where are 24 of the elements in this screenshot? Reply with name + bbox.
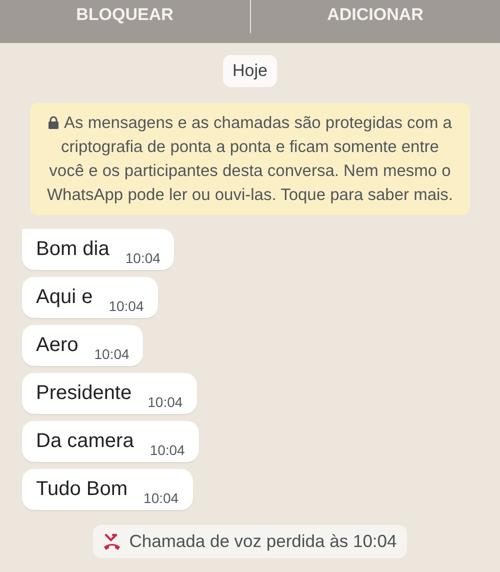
lock-icon [48, 116, 60, 129]
missed-call-icon [103, 532, 122, 550]
message-time: 10:04 [94, 346, 130, 362]
message-text: Da camera [36, 430, 134, 453]
message-time: 10:04 [148, 394, 183, 410]
message-text: Tudo Bom [36, 478, 128, 501]
message-bubble[interactable]: Da camera 10:04 [22, 421, 199, 462]
message-bubble[interactable]: Tudo Bom 10:04 [22, 469, 193, 510]
date-label: Hoje [222, 55, 278, 87]
message-time: 10:04 [144, 490, 179, 506]
message-text: Aqui e [36, 286, 93, 309]
message-time: 10:04 [150, 442, 185, 458]
message-time: 10:04 [108, 298, 144, 314]
message-text: Presidente [36, 382, 132, 405]
message-bubble[interactable]: Bom dia 10:04 [22, 229, 174, 270]
message-bubble[interactable]: Presidente 10:04 [22, 373, 197, 414]
missed-call-text: Chamada de voz perdida às 10:04 [129, 531, 397, 552]
message-bubble[interactable]: Aero 10:04 [22, 325, 144, 366]
encryption-notice[interactable]: As mensagens e as chamadas são protegidas com a criptografia de ponta a ponta e ficam somente entre você e os participantes desta conversa. Nem mesmo o WhatsApp pode ler ou ouvi-las. Toque para saber mais. [30, 103, 470, 215]
message-text: Aero [36, 334, 78, 357]
message-bubble[interactable]: Aqui e 10:04 [22, 277, 158, 318]
missed-call-notice[interactable]: Chamada de voz perdida às 10:04 [93, 525, 407, 558]
message-time: 10:04 [125, 250, 160, 266]
message-text: Bom dia [36, 238, 110, 261]
